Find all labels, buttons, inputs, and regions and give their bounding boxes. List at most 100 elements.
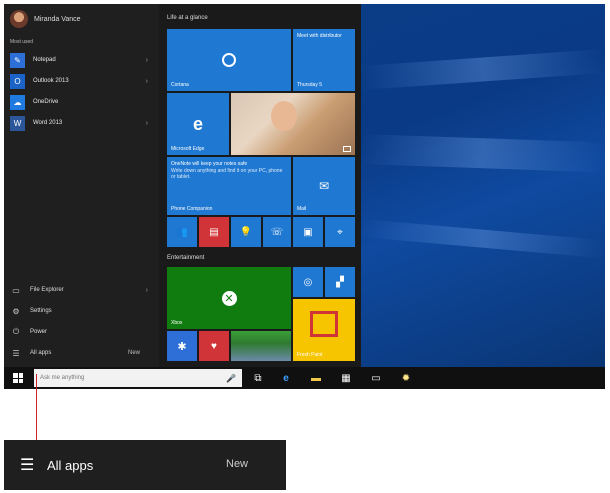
power-item[interactable]: ⏻ Power: [10, 325, 150, 339]
avatar: [10, 10, 28, 28]
all-apps-callout: ☰ All apps New: [4, 440, 286, 490]
new-badge: New: [127, 350, 140, 356]
onedrive-icon: ☁: [10, 94, 25, 110]
group-title-entertainment: Entertainment: [167, 255, 205, 261]
tile-tips[interactable]: 💡: [231, 217, 261, 247]
search-box[interactable]: Ask me anything 🎤: [34, 369, 242, 387]
callout-line: [36, 374, 37, 440]
gear-icon: ⚙: [12, 306, 20, 316]
most-used-label: Most used: [10, 39, 34, 45]
all-apps-label[interactable]: All apps: [47, 458, 93, 473]
tile-movies[interactable]: ▞: [325, 267, 355, 297]
tile-phone-companion[interactable]: OneNote will keep your notes safe Write …: [167, 157, 291, 215]
settings-item[interactable]: ⚙ Settings: [10, 304, 150, 318]
file-explorer-item[interactable]: ▭ File Explorer ›: [10, 283, 150, 297]
power-icon: ⏻: [12, 327, 20, 336]
app-notepad[interactable]: ✎ Notepad ›: [10, 52, 150, 68]
map-pin-icon: ⌖: [337, 226, 343, 238]
group-title-life: Life at a glance: [167, 15, 208, 21]
heart-icon: ♥: [211, 340, 217, 352]
sys-label: Power: [30, 329, 48, 335]
tile-news[interactable]: ▤: [199, 217, 229, 247]
app-word[interactable]: W Word 2013 ›: [10, 115, 150, 131]
sys-label: Settings: [30, 308, 52, 314]
tile-slack[interactable]: ✱: [167, 331, 197, 361]
onenote-body: Write down anything and find it on your …: [171, 167, 283, 181]
tile-label: Microsoft Edge: [171, 146, 205, 152]
calendar-date: Thursday 5: [297, 82, 323, 88]
tile-office[interactable]: ▣: [293, 217, 323, 247]
tile-label: Mail: [297, 206, 307, 212]
music-disc-icon: ◎: [303, 276, 313, 288]
outlook-icon: O: [10, 73, 25, 89]
tile-xbox[interactable]: ✕ Xbox: [167, 267, 291, 329]
notepad-icon: ✎: [10, 52, 25, 68]
calendar-event: Meet with distributor: [297, 33, 342, 39]
app-label: Word 2013: [33, 120, 63, 126]
list-icon: ☰: [12, 348, 20, 358]
tile-label: Phone Companion: [171, 206, 213, 212]
news-icon: ▤: [209, 226, 219, 238]
tile-label: Xbox: [171, 320, 183, 326]
tile-area: Life at a glance Cortana Meet with distr…: [159, 4, 361, 367]
tile-label: Fresh Paint: [297, 352, 323, 358]
tile-mail[interactable]: ✉ Mail: [293, 157, 355, 215]
film-icon: ▞: [336, 276, 344, 288]
start-left-column: Miranda Vance Most used ✎ Notepad › O Ou…: [4, 4, 159, 367]
desktop-background: [360, 4, 605, 367]
chevron-right-icon[interactable]: ›: [146, 78, 148, 85]
file-explorer-taskbar-icon[interactable]: ▬: [309, 371, 323, 385]
taskbar: Ask me anything 🎤 ⧉ e ▬ ▦ ▭ ✹: [4, 367, 605, 389]
people-icon: 👥: [175, 226, 189, 238]
tablet-taskbar-icon[interactable]: ▭: [369, 371, 383, 385]
slack-icon: ✱: [177, 340, 187, 353]
list-icon: ☰: [20, 457, 35, 474]
light-beam: [360, 49, 605, 90]
xbox-icon: ✕: [167, 267, 291, 329]
chevron-right-icon[interactable]: ›: [146, 57, 148, 64]
microphone-icon[interactable]: 🎤: [226, 374, 236, 383]
tile-iheart[interactable]: ♥: [199, 331, 229, 361]
chevron-right-icon[interactable]: ›: [146, 120, 148, 127]
tile-edge[interactable]: e Microsoft Edge: [167, 93, 229, 155]
word-icon: W: [10, 115, 25, 131]
fresh-paint-icon: [310, 311, 338, 337]
tile-label: Cortana: [171, 82, 189, 88]
edge-taskbar-icon[interactable]: e: [279, 371, 293, 385]
search-placeholder: Ask me anything: [40, 375, 85, 381]
start-button[interactable]: [4, 367, 32, 389]
tile-cortana[interactable]: Cortana: [167, 29, 291, 91]
all-apps-item[interactable]: ☰ All apps New: [10, 346, 150, 360]
lightbulb-taskbar-icon[interactable]: ✹: [399, 371, 413, 385]
app-outlook[interactable]: O Outlook 2013 ›: [10, 73, 150, 89]
photo-face: [271, 101, 297, 131]
app-label: Notepad: [33, 57, 56, 63]
store-taskbar-icon[interactable]: ▦: [339, 371, 353, 385]
tile-calendar[interactable]: Meet with distributor Thursday 5: [293, 29, 355, 91]
user-name: Miranda Vance: [34, 15, 81, 23]
sys-label: File Explorer: [30, 287, 64, 293]
windows-logo-icon: [13, 373, 23, 383]
chevron-right-icon[interactable]: ›: [146, 287, 148, 294]
tile-maps[interactable]: ⌖: [325, 217, 355, 247]
app-label: OneDrive: [33, 99, 59, 105]
light-beam: [360, 219, 605, 259]
lightbulb-icon: 💡: [239, 226, 253, 238]
phone-icon: ☏: [270, 226, 284, 238]
tile-photos[interactable]: [231, 93, 355, 155]
tile-groove[interactable]: ◎: [293, 267, 323, 297]
sys-label: All apps: [30, 350, 52, 356]
start-menu: Miranda Vance Most used ✎ Notepad › O Ou…: [4, 4, 361, 367]
tile-phone[interactable]: ☏: [263, 217, 291, 247]
app-onedrive[interactable]: ☁ OneDrive: [10, 94, 150, 110]
light-beam: [360, 134, 605, 173]
office-icon: ▣: [303, 226, 313, 238]
task-view-icon[interactable]: ⧉: [251, 371, 265, 385]
new-badge: New: [226, 458, 249, 470]
tile-minecraft[interactable]: [231, 331, 291, 361]
user-account[interactable]: Miranda Vance: [10, 8, 81, 30]
tile-fresh-paint[interactable]: Fresh Paint: [293, 299, 355, 361]
folder-icon: ▭: [12, 285, 20, 295]
tile-people[interactable]: 👥: [167, 217, 197, 247]
app-label: Outlook 2013: [33, 78, 69, 84]
